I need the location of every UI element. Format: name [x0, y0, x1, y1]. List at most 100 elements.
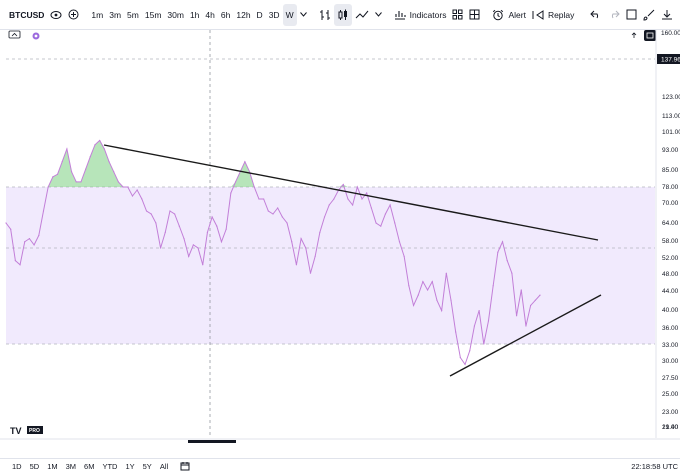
range-all[interactable]: All [156, 462, 172, 471]
fullscreen-icon[interactable] [623, 4, 640, 26]
timeframe-4h[interactable]: 4h [202, 4, 217, 26]
indicators-icon [394, 9, 406, 20]
chevron-up-icon[interactable] [8, 30, 21, 39]
range-5d[interactable]: 5D [26, 462, 44, 471]
range-6m[interactable]: 6M [80, 462, 98, 471]
add-symbol-icon[interactable] [65, 4, 82, 26]
rsi-point [380, 225, 382, 227]
rsi-point [197, 247, 199, 249]
alert-label: Alert [508, 9, 526, 20]
rsi-point [103, 148, 105, 150]
price-label: 78.00 [662, 184, 679, 191]
rsi-point [56, 173, 59, 175]
timeframe-label: 1m [91, 9, 104, 20]
rsi-point [501, 241, 504, 243]
rsi-point [14, 260, 16, 262]
compare-icon[interactable] [47, 4, 65, 26]
time-axis[interactable]: SepNov2024MarMayJulMon 16 Sep '24Nov2025… [0, 426, 680, 450]
range-1m[interactable]: 1M [43, 462, 61, 471]
timeframe-label: 12h [236, 9, 251, 20]
timeframe-6h[interactable]: 6h [218, 4, 233, 26]
rsi-point [52, 176, 54, 178]
line-chart-icon[interactable] [352, 4, 372, 26]
bar-style-icon[interactable] [316, 4, 334, 26]
replay-icon [532, 9, 544, 20]
rsi-point [473, 325, 476, 327]
range-3m[interactable]: 3M [62, 462, 80, 471]
rsi-point [300, 238, 302, 240]
alert-button[interactable]: Alert [489, 4, 528, 26]
settings-icon[interactable] [676, 4, 680, 26]
timeframe-w[interactable]: W [282, 3, 297, 26]
price-label: 52.00 [662, 255, 679, 262]
rsi-point [431, 281, 433, 283]
price-label: 101.00 [662, 129, 680, 136]
templates-icon[interactable] [449, 4, 466, 26]
calendar-icon[interactable] [180, 461, 190, 471]
range-5y[interactable]: 5Y [139, 462, 156, 471]
redo-icon[interactable] [605, 4, 623, 26]
range-1y[interactable]: 1Y [121, 462, 138, 471]
price-axis[interactable]: 160.00 137.96 123.00 113.00 101.00 93.00 85.00… [655, 30, 680, 438]
rsi-point [178, 225, 180, 227]
rsi-point [370, 207, 372, 209]
rsi-point [506, 260, 508, 262]
indicator-dot-inner [34, 34, 38, 38]
rsi-band-fill [6, 187, 655, 344]
timeframe-3m[interactable]: 3m [106, 4, 124, 26]
chevron-down-icon[interactable] [372, 4, 385, 26]
rsi-point [113, 171, 115, 173]
price-label: 58.00 [662, 238, 679, 245]
rsi-point [352, 204, 354, 206]
maximize-pane-icon[interactable] [644, 30, 656, 41]
brush-icon[interactable] [640, 4, 658, 26]
timeframe-12h[interactable]: 12h [233, 4, 253, 26]
indicators-button[interactable]: Indicators [391, 4, 450, 26]
timeframe-5m[interactable]: 5m [124, 4, 142, 26]
rsi-point [534, 299, 536, 301]
rsi-point [469, 350, 471, 352]
chevron-down-icon[interactable] [297, 4, 310, 26]
rsi-point [94, 144, 96, 146]
rsi-point [47, 186, 49, 188]
timeframe-d[interactable]: D [254, 4, 266, 26]
price-label: 85.00 [662, 167, 679, 174]
layout-icon[interactable] [466, 4, 483, 26]
timeframe-label: 5m [127, 9, 139, 20]
current-price-label: 137.96 [661, 57, 680, 64]
timeframe-30m[interactable]: 30m [164, 4, 187, 26]
chart-pane[interactable]: 160.00 137.96 123.00 113.00 101.00 93.00 85.00… [0, 30, 680, 450]
replay-button[interactable]: Replay [529, 4, 577, 26]
rsi-point [188, 255, 190, 257]
screenshot-icon[interactable] [658, 4, 676, 26]
rsi-point [450, 299, 452, 301]
rsi-point [122, 186, 124, 188]
timeframe-1h[interactable]: 1h [187, 4, 202, 26]
price-label: 19.40 [662, 424, 679, 431]
arrow-up-icon[interactable] [631, 32, 637, 38]
utc-clock[interactable]: 22:18:58 UTC [631, 459, 678, 473]
timeframe-label: 3m [109, 9, 122, 20]
rsi-point [520, 289, 522, 291]
rsi-chart: 160.00 137.96 123.00 113.00 101.00 93.00 85.00… [0, 30, 680, 450]
rsi-point [272, 213, 274, 215]
replay-label: Replay [547, 9, 575, 20]
timeframe-label: 6h [220, 9, 231, 20]
range-bar: 1D 5D 1M 3M 6M YTD 1Y 5Y All 22:18:58 UTC [0, 458, 680, 473]
undo-icon[interactable] [587, 4, 605, 26]
rsi-point [515, 315, 518, 317]
symbol-search[interactable]: BTCUSD [0, 4, 47, 26]
timeframe-1m[interactable]: 1m [88, 4, 106, 26]
range-1d[interactable]: 1D [8, 462, 26, 471]
range-ytd[interactable]: YTD [98, 462, 121, 471]
range-buttons: 1D 5D 1M 3M 6M YTD 1Y 5Y All [0, 462, 172, 471]
rsi-point [225, 228, 227, 230]
timeframe-15m[interactable]: 15m [142, 4, 165, 26]
rsi-point [108, 161, 110, 163]
timeframe-3d[interactable]: 3D [266, 4, 283, 26]
rsi-point [192, 244, 194, 246]
rsi-point [164, 231, 166, 233]
candles-icon[interactable] [333, 3, 352, 26]
rsi-point [136, 189, 138, 191]
rsi-point [295, 264, 298, 266]
